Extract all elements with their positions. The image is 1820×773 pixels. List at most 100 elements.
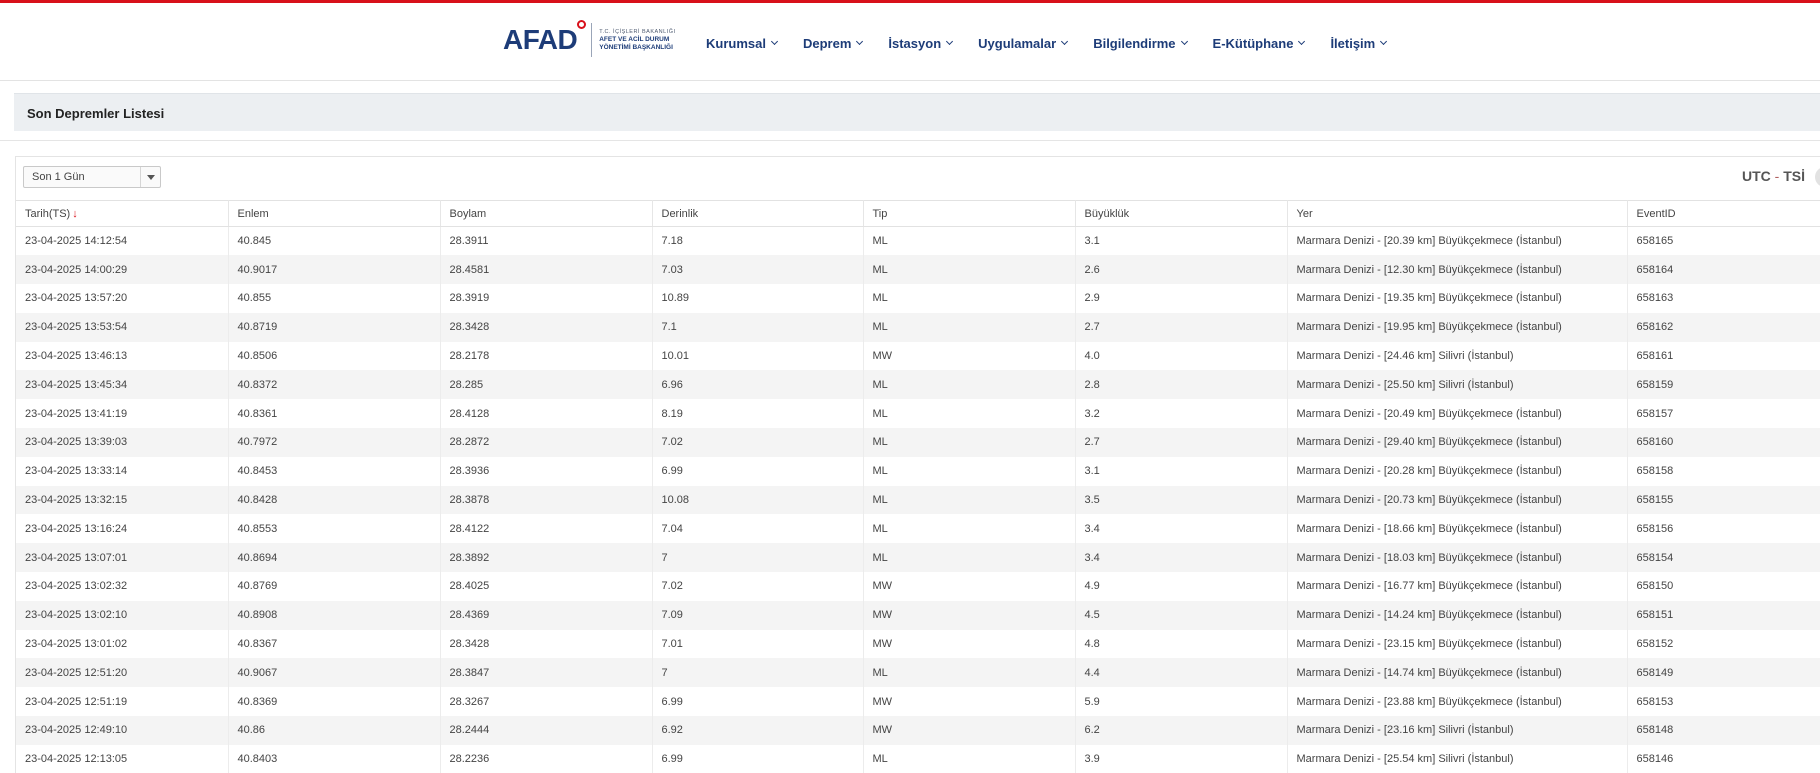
- column-boylam-cell: 28.2872: [440, 428, 653, 457]
- table-row[interactable]: 23-04-2025 13:16:24 40.8553 28.4122 7.04 ML 3…: [16, 514, 1820, 544]
- column-buyukluk-cell: 5.9: [1075, 687, 1288, 717]
- dropdown-caret-icon[interactable]: [140, 167, 160, 187]
- column-yer-cell: Marmara Denizi - [14.74 km] Büyükçekmece…: [1287, 658, 1628, 688]
- column-eventid-cell: 658156: [1627, 514, 1820, 544]
- table-row[interactable]: 23-04-2025 13:45:34 40.8372 28.285 6.96 ML 2.…: [16, 370, 1820, 400]
- table-row[interactable]: 23-04-2025 13:39:03 40.7972 28.2872 7.02 ML 2…: [16, 428, 1820, 457]
- column-boylam-cell: 28.3919: [440, 284, 653, 313]
- table-row[interactable]: 23-04-2025 13:46:13 40.8506 28.2178 10.01 MW…: [16, 341, 1820, 371]
- column-enlem-cell: 40.8428: [228, 485, 441, 515]
- column-enlem-cell: 40.9067: [228, 658, 441, 688]
- column-boylam-cell: 28.4369: [440, 600, 653, 630]
- page-title: Son Depremler Listesi: [27, 106, 165, 121]
- column-tip-cell: ML: [863, 399, 1076, 429]
- nav-item-kurumsal[interactable]: Kurumsal: [706, 36, 779, 51]
- nav-item-iletisim[interactable]: İletişim: [1330, 36, 1388, 51]
- column-tarih-cell: 23-04-2025 13:57:20: [16, 284, 229, 313]
- column-eventid-header[interactable]: EventID: [1627, 200, 1820, 227]
- column-tarih-cell: 23-04-2025 13:01:02: [16, 629, 229, 659]
- table-row[interactable]: 23-04-2025 12:51:20 40.9067 28.3847 7 ML 4.4 M…: [16, 658, 1820, 688]
- earthquake-table: Tarih(TS) ↓ Enlem Boylam Derinlik Tip Büyüklük…: [16, 200, 1820, 773]
- column-derinlik-cell: 7: [652, 543, 864, 573]
- column-tarih-cell: 23-04-2025 14:00:29: [16, 255, 229, 285]
- column-yer-cell: Marmara Denizi - [16.77 km] Büyükçekmece…: [1287, 572, 1628, 601]
- column-derinlik-header[interactable]: Derinlik: [652, 200, 864, 227]
- header-label: Tarih(TS): [25, 207, 71, 220]
- timezone-toggle-label: UTC - TSİ: [1742, 168, 1805, 184]
- column-derinlik-cell: 8.19: [652, 399, 864, 429]
- logo-dot-icon: [577, 20, 587, 29]
- column-derinlik-cell: 7.02: [652, 572, 864, 601]
- nav-item-istasyon[interactable]: İstasyon: [888, 36, 954, 51]
- table-row[interactable]: 23-04-2025 14:12:54 40.845 28.3911 7.18 ML 3.…: [16, 226, 1820, 256]
- column-boylam-cell: 28.3847: [440, 658, 653, 688]
- table-row[interactable]: 23-04-2025 13:07:01 40.8694 28.3892 7 ML 3.4 M…: [16, 543, 1820, 573]
- column-enlem-cell: 40.8908: [228, 600, 441, 630]
- table-row[interactable]: 23-04-2025 13:53:54 40.8719 28.3428 7.1 ML 2.…: [16, 312, 1820, 342]
- logo-mark-text: AFAD: [503, 24, 578, 55]
- column-derinlik-cell: 6.96: [652, 370, 864, 400]
- column-yer-cell: Marmara Denizi - [25.54 km] Silivri (İst…: [1287, 744, 1628, 773]
- logo-text: T.C. İÇİŞLERİ BAKANLIĞI AFET VE ACİL DUR…: [599, 28, 675, 52]
- nav-label: İstasyon: [888, 36, 942, 51]
- nav-item-deprem[interactable]: Deprem: [803, 36, 864, 51]
- column-buyukluk-cell: 3.1: [1075, 456, 1288, 486]
- column-tip-header[interactable]: Tip: [863, 200, 1076, 227]
- column-enlem-cell: 40.855: [228, 284, 441, 313]
- table-row[interactable]: 23-04-2025 12:49:10 40.86 28.2444 6.92 MW 6.2…: [16, 716, 1820, 745]
- column-tarih-cell: 23-04-2025 12:51:19: [16, 687, 229, 717]
- column-buyukluk-cell: 4.5: [1075, 600, 1288, 630]
- column-eventid-cell: 658158: [1627, 456, 1820, 486]
- logo-divider: [591, 23, 593, 57]
- column-derinlik-cell: 7.18: [652, 226, 864, 256]
- earthquake-list-panel: Son 1 Gün UTC - TSİ Tarih(TS) ↓ Enlem Boyla…: [15, 156, 1820, 773]
- column-tarih-cell: 23-04-2025 13:53:54: [16, 312, 229, 342]
- column-tarih-cell: 23-04-2025 13:32:15: [16, 485, 229, 515]
- column-buyukluk-cell: 4.4: [1075, 658, 1288, 688]
- nav-item-uygulamalar[interactable]: Uygulamalar: [978, 36, 1069, 51]
- column-yer-cell: Marmara Denizi - [18.03 km] Büyükçekmece…: [1287, 543, 1628, 573]
- column-boylam-cell: 28.4128: [440, 399, 653, 429]
- column-enlem-cell: 40.8372: [228, 370, 441, 400]
- column-eventid-cell: 658153: [1627, 687, 1820, 717]
- column-derinlik-cell: 10.89: [652, 284, 864, 313]
- nav-item-bilgilendirme[interactable]: Bilgilendirme: [1093, 36, 1188, 51]
- column-yer-header[interactable]: Yer: [1287, 200, 1628, 227]
- column-tarih-cell: 23-04-2025 13:33:14: [16, 456, 229, 486]
- column-buyukluk-header[interactable]: Büyüklük: [1075, 200, 1288, 227]
- table-row[interactable]: 23-04-2025 13:01:02 40.8367 28.3428 7.01 MW 4…: [16, 629, 1820, 659]
- column-enlem-cell: 40.8403: [228, 744, 441, 773]
- table-row[interactable]: 23-04-2025 13:41:19 40.8361 28.4128 8.19 ML 3…: [16, 399, 1820, 429]
- afad-logo[interactable]: AFAD T.C. İÇİŞLERİ BAKANLIĞI AFET VE ACİ…: [503, 20, 676, 60]
- column-eventid-cell: 658159: [1627, 370, 1820, 400]
- nav-item-e-kutuphane[interactable]: E-Kütüphane: [1213, 36, 1306, 51]
- column-derinlik-cell: 7.03: [652, 255, 864, 285]
- sort-down-arrow-icon[interactable]: ↓: [72, 208, 78, 220]
- table-row[interactable]: 23-04-2025 13:32:15 40.8428 28.3878 10.08 ML…: [16, 485, 1820, 515]
- table-row[interactable]: 23-04-2025 14:00:29 40.9017 28.4581 7.03 ML 2…: [16, 255, 1820, 285]
- column-eventid-cell: 658161: [1627, 341, 1820, 371]
- column-tip-cell: ML: [863, 543, 1076, 573]
- table-row[interactable]: 23-04-2025 13:33:14 40.8453 28.3936 6.99 ML 3…: [16, 456, 1820, 486]
- chevron-down-icon: [1180, 37, 1188, 46]
- header-label: Tip: [872, 207, 888, 220]
- column-eventid-cell: 658150: [1627, 572, 1820, 601]
- table-row[interactable]: 23-04-2025 12:51:19 40.8369 28.3267 6.99 MW 5…: [16, 687, 1820, 717]
- column-yer-cell: Marmara Denizi - [20.39 km] Büyükçekmece…: [1287, 226, 1628, 256]
- column-buyukluk-cell: 2.6: [1075, 255, 1288, 285]
- column-eventid-cell: 658151: [1627, 600, 1820, 630]
- column-yer-cell: Marmara Denizi - [19.35 km] Büyükçekmece…: [1287, 284, 1628, 313]
- table-row[interactable]: 23-04-2025 13:57:20 40.855 28.3919 10.89 ML 2…: [16, 284, 1820, 313]
- table-row[interactable]: 23-04-2025 13:02:10 40.8908 28.4369 7.09 MW 4…: [16, 600, 1820, 630]
- column-yer-cell: Marmara Denizi - [24.46 km] Silivri (İst…: [1287, 341, 1628, 371]
- time-range-select[interactable]: Son 1 Gün: [23, 166, 161, 188]
- column-eventid-cell: 658165: [1627, 226, 1820, 256]
- column-enlem-cell: 40.8769: [228, 572, 441, 601]
- timezone-toggle-switch[interactable]: [1815, 167, 1820, 187]
- column-boylam-header[interactable]: Boylam: [440, 200, 653, 227]
- column-tarih-header[interactable]: Tarih(TS) ↓: [16, 200, 229, 227]
- column-enlem-header[interactable]: Enlem: [228, 200, 441, 227]
- table-row[interactable]: 23-04-2025 12:13:05 40.8403 28.2236 6.99 ML 3…: [16, 744, 1820, 773]
- column-buyukluk-cell: 4.9: [1075, 572, 1288, 601]
- table-row[interactable]: 23-04-2025 13:02:32 40.8769 28.4025 7.02 MW 4…: [16, 572, 1820, 601]
